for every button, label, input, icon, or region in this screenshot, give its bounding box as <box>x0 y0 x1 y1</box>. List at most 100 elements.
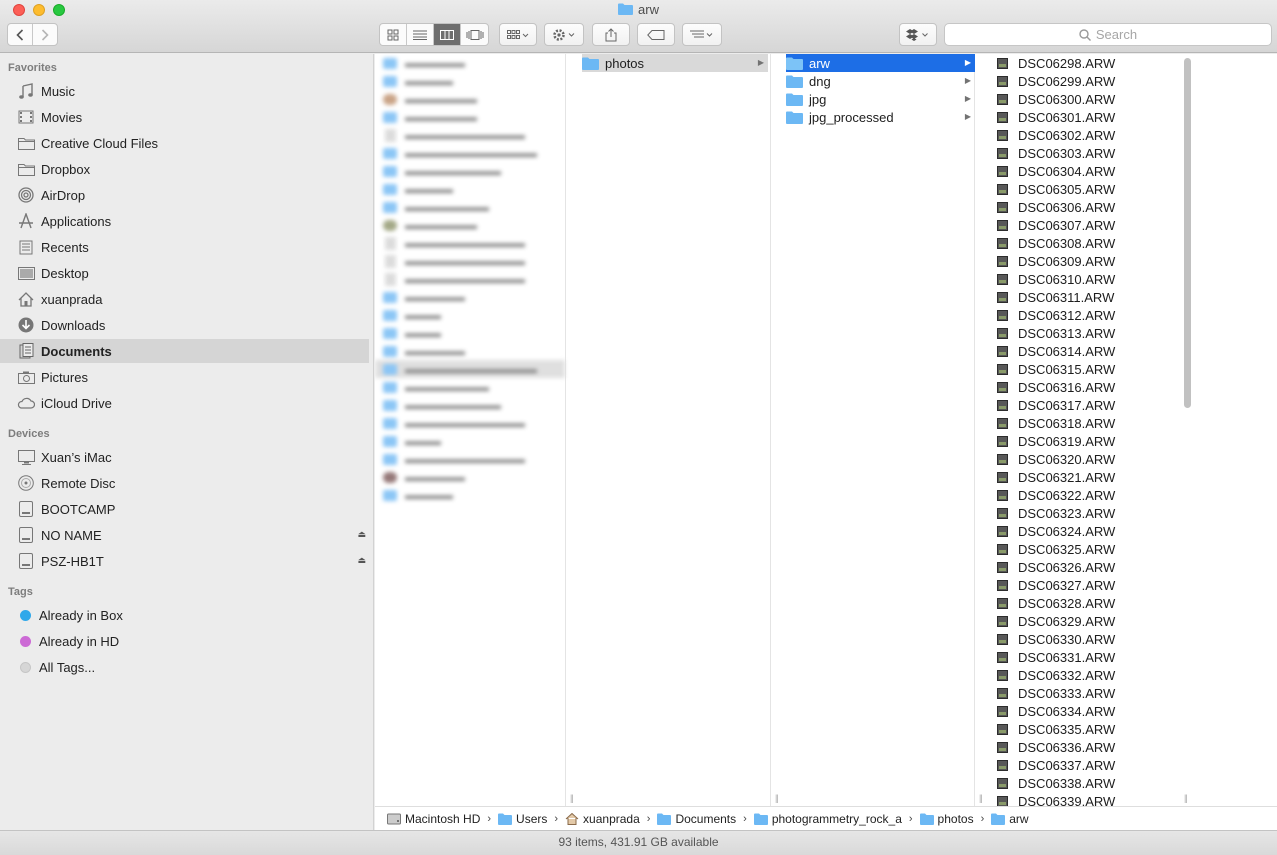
vertical-scrollbar[interactable] <box>1184 58 1191 408</box>
sidebar-item-remote-disc[interactable]: Remote Disc <box>0 471 369 495</box>
file-row[interactable]: DSC06308.ARW <box>997 234 1115 252</box>
path-item-users[interactable]: Users › <box>498 812 565 826</box>
sidebar-item-tag-already-in-box[interactable]: Already in Box <box>0 603 369 627</box>
file-row[interactable]: DSC06336.ARW <box>997 738 1115 756</box>
path-item-documents[interactable]: Documents › <box>657 812 753 826</box>
column-resize-handle[interactable]: || <box>775 793 779 803</box>
file-row[interactable]: DSC06312.ARW <box>997 306 1115 324</box>
icon-view-button[interactable] <box>380 24 407 45</box>
path-item-photos[interactable]: photos › <box>919 812 992 826</box>
forward-button[interactable] <box>33 24 57 45</box>
folder-row-dng[interactable]: dng ▶ <box>786 72 975 90</box>
path-item-arw[interactable]: arw <box>991 812 1029 826</box>
file-row[interactable]: DSC06326.ARW <box>997 558 1115 576</box>
column-photogrammetry-rock-a[interactable]: photos ▶ || <box>580 54 779 806</box>
file-row[interactable]: DSC06302.ARW <box>997 126 1115 144</box>
file-row[interactable]: DSC06309.ARW <box>997 252 1115 270</box>
column-documents[interactable]: ▬▬▬▬▬ ▬▬▬▬ ▬▬▬▬▬▬ ▬▬▬▬▬▬ ▬▬▬▬▬▬▬▬▬▬ ▬▬▬▬… <box>375 54 574 806</box>
file-row[interactable]: DSC06324.ARW <box>997 522 1115 540</box>
file-row[interactable]: DSC06331.ARW <box>997 648 1115 666</box>
sidebar-item-pictures[interactable]: Pictures <box>0 365 369 389</box>
sidebar-item-xuans-imac[interactable]: Xuan’s iMac <box>0 445 369 469</box>
file-row[interactable]: DSC06337.ARW <box>997 756 1115 774</box>
file-row[interactable]: DSC06303.ARW <box>997 144 1115 162</box>
sidebar-item-dropbox[interactable]: Dropbox <box>0 157 369 181</box>
search-field[interactable]: Search <box>944 23 1272 46</box>
column-photos[interactable]: arw ▶ dng ▶ jpg ▶ jpg_processed ▶ || <box>784 54 983 806</box>
file-row[interactable]: DSC06327.ARW <box>997 576 1115 594</box>
file-row[interactable]: DSC06313.ARW <box>997 324 1115 342</box>
path-item-xuanprada[interactable]: xuanprada › <box>565 812 657 826</box>
edit-tags-button[interactable] <box>637 23 675 46</box>
file-row[interactable]: DSC06299.ARW <box>997 72 1115 90</box>
file-row[interactable]: DSC06311.ARW <box>997 288 1114 306</box>
sidebar-item-tag-already-in-hd[interactable]: Already in HD <box>0 629 369 653</box>
file-row[interactable]: DSC06315.ARW <box>997 360 1115 378</box>
eject-icon[interactable]: ⏏ <box>357 555 366 566</box>
file-row[interactable]: DSC06334.ARW <box>997 702 1115 720</box>
column-resize-handle[interactable]: || <box>979 793 983 803</box>
cover-flow-button[interactable] <box>461 24 488 45</box>
file-row[interactable]: DSC06316.ARW <box>997 378 1115 396</box>
sidebar-item-downloads[interactable]: Downloads <box>0 313 369 337</box>
folder-row-jpg[interactable]: jpg ▶ <box>786 90 975 108</box>
file-row[interactable]: DSC06330.ARW <box>997 630 1115 648</box>
raw-image-icon <box>997 471 1008 483</box>
path-item-macintosh-hd[interactable]: Macintosh HD › <box>387 812 498 826</box>
sort-options-button[interactable] <box>682 23 722 46</box>
folder-row-arw[interactable]: arw ▶ <box>786 54 975 72</box>
file-row[interactable]: DSC06304.ARW <box>997 162 1115 180</box>
sidebar-item-no-name[interactable]: NO NAME ⏏ <box>0 523 369 547</box>
sidebar-item-documents[interactable]: Documents <box>0 339 369 363</box>
dropbox-button[interactable] <box>899 23 937 46</box>
file-row[interactable]: DSC06339.ARW <box>997 792 1115 806</box>
sidebar-item-creative-cloud-files[interactable]: Creative Cloud Files <box>0 131 369 155</box>
file-row[interactable]: DSC06307.ARW <box>997 216 1115 234</box>
file-row[interactable]: DSC06328.ARW <box>997 594 1115 612</box>
file-row[interactable]: DSC06332.ARW <box>997 666 1115 684</box>
file-row[interactable]: DSC06320.ARW <box>997 450 1115 468</box>
share-button[interactable] <box>592 23 630 46</box>
file-row[interactable]: DSC06305.ARW <box>997 180 1115 198</box>
file-row[interactable]: DSC06306.ARW <box>997 198 1115 216</box>
file-row[interactable]: DSC06329.ARW <box>997 612 1115 630</box>
sidebar-item-recents[interactable]: Recents <box>0 235 369 259</box>
file-row[interactable]: DSC06319.ARW <box>997 432 1115 450</box>
file-row[interactable]: DSC06333.ARW <box>997 684 1115 702</box>
column-resize-handle[interactable]: || <box>570 793 574 803</box>
sidebar-item-bootcamp[interactable]: BOOTCAMP <box>0 497 369 521</box>
path-item-photogrammetry-rock-a[interactable]: photogrammetry_rock_a › <box>753 812 920 826</box>
folder-row-photos[interactable]: photos ▶ <box>582 54 768 72</box>
sidebar-item-desktop[interactable]: Desktop <box>0 261 369 285</box>
action-button[interactable] <box>544 23 584 46</box>
file-row[interactable]: DSC06338.ARW <box>997 774 1115 792</box>
list-view-button[interactable] <box>407 24 434 45</box>
file-row[interactable]: DSC06335.ARW <box>997 720 1115 738</box>
file-row[interactable]: DSC06325.ARW <box>997 540 1115 558</box>
sidebar-item-airdrop[interactable]: AirDrop <box>0 183 369 207</box>
eject-icon[interactable]: ⏏ <box>357 529 366 540</box>
column-resize-handle[interactable]: || <box>1184 793 1188 803</box>
column-view-button[interactable] <box>434 24 461 45</box>
file-row[interactable]: DSC06317.ARW <box>997 396 1115 414</box>
back-button[interactable] <box>8 24 33 45</box>
sidebar-item-movies[interactable]: Movies <box>0 105 369 129</box>
sidebar-item-all-tags[interactable]: All Tags... <box>0 655 369 679</box>
column-arw-files[interactable]: DSC06298.ARW DSC06299.ARW DSC06300.ARW DSC0… <box>989 54 1188 806</box>
file-row[interactable]: DSC06314.ARW <box>997 342 1115 360</box>
file-row[interactable]: DSC06322.ARW <box>997 486 1115 504</box>
file-row[interactable]: DSC06323.ARW <box>997 504 1115 522</box>
sidebar-item-icloud-drive[interactable]: iCloud Drive <box>0 391 369 415</box>
arrange-button[interactable] <box>499 23 537 46</box>
file-row[interactable]: DSC06301.ARW <box>997 108 1115 126</box>
file-row[interactable]: DSC06321.ARW <box>997 468 1115 486</box>
sidebar-item-xuanprada[interactable]: xuanprada <box>0 287 369 311</box>
sidebar-item-applications[interactable]: Applications <box>0 209 369 233</box>
file-row[interactable]: DSC06300.ARW <box>997 90 1115 108</box>
file-row[interactable]: DSC06318.ARW <box>997 414 1115 432</box>
file-row[interactable]: DSC06298.ARW <box>997 54 1115 72</box>
sidebar-item-music[interactable]: Music <box>0 79 369 103</box>
sidebar-item-psz-hb1t[interactable]: PSZ-HB1T ⏏ <box>0 549 369 573</box>
file-row[interactable]: DSC06310.ARW <box>997 270 1115 288</box>
folder-row-jpg-processed[interactable]: jpg_processed ▶ <box>786 108 975 126</box>
